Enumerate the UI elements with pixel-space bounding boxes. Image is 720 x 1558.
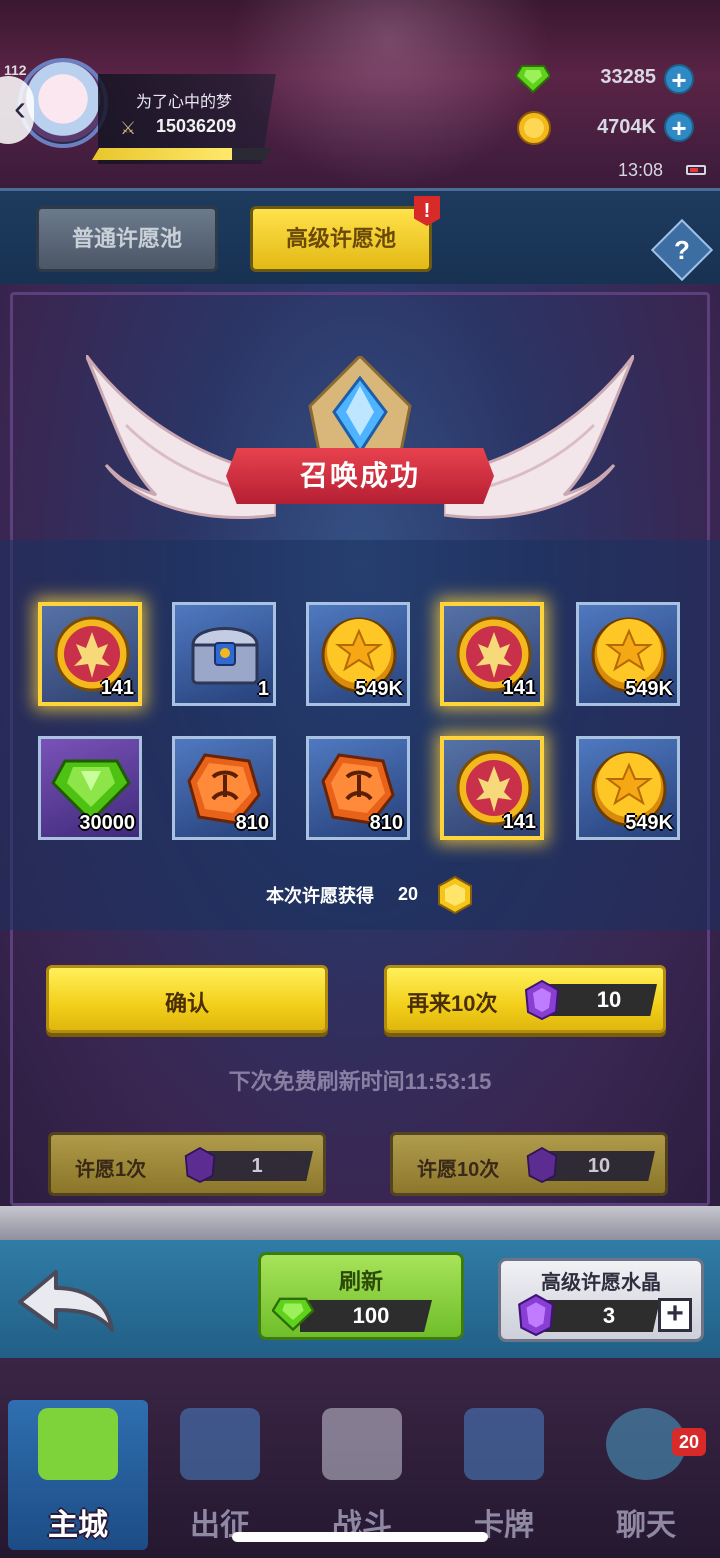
- gain-value: 20: [398, 884, 419, 904]
- wish-once-cost: 1: [251, 1155, 263, 1177]
- helmet-card-icon: [464, 1408, 544, 1480]
- reward-count: 1: [257, 678, 269, 700]
- banner-shield-icon: [180, 1408, 260, 1480]
- reward-count: 549K: [355, 678, 403, 700]
- reward-item[interactable]: 549K: [576, 602, 680, 706]
- free-refresh-timer: 下次免费刷新时间11:53:15: [228, 1069, 492, 1094]
- add-gems-button[interactable]: +: [664, 64, 694, 94]
- refresh-cost: 100: [352, 1303, 390, 1328]
- confirm-label: 确认: [164, 991, 209, 1016]
- tab-premium-wish-pool[interactable]: 高级许愿池: [250, 206, 432, 272]
- summon-again-button[interactable]: 再来10次 10: [384, 965, 666, 1033]
- wish-ten-button[interactable]: 许愿10次 10: [390, 1132, 668, 1196]
- summon-again-cost: 10: [596, 987, 622, 1012]
- reward-item[interactable]: 549K: [576, 736, 680, 840]
- clock: 13:08: [618, 160, 664, 180]
- wish-ten-label: 许愿10次: [417, 1159, 500, 1181]
- reward-item[interactable]: 549K: [306, 602, 410, 706]
- gold-count: 4704K: [597, 116, 656, 138]
- back-arrow-icon[interactable]: [16, 1268, 116, 1334]
- reward-count: 30000: [79, 812, 135, 834]
- treasure-chest-icon: [191, 627, 259, 685]
- premium-crystal-label: 高级许愿水晶: [541, 1272, 661, 1294]
- reward-count: 810: [235, 812, 269, 834]
- wish-ten-cost: 10: [587, 1155, 611, 1177]
- nav-chat[interactable]: 聊天: [576, 1400, 716, 1550]
- reward-item[interactable]: 141: [440, 602, 544, 706]
- green-gem-icon: [516, 65, 550, 94]
- add-crystal-button[interactable]: +: [658, 1298, 692, 1332]
- stage-ledge: [0, 1206, 720, 1240]
- crossed-swords-icon: ⚔: [120, 118, 137, 138]
- power-value: 15036209: [156, 116, 237, 136]
- home-indicator[interactable]: [232, 1532, 488, 1542]
- reward-count: 549K: [625, 678, 673, 700]
- reward-count: 141: [502, 677, 536, 699]
- summon-success-banner: 召唤成功: [226, 448, 494, 504]
- premium-crystal-count: 3: [602, 1303, 616, 1328]
- reward-count: 810: [369, 812, 403, 834]
- cost-plate: 3: [540, 1300, 660, 1332]
- cost-plate: 1: [201, 1151, 313, 1181]
- battery-icon: [686, 165, 706, 175]
- exp-bar-fill: [92, 148, 233, 160]
- summon-again-label: 再来10次: [407, 991, 498, 1016]
- player-name: 为了心中的梦: [136, 94, 233, 111]
- cost-plate: 10: [545, 984, 657, 1016]
- reward-item[interactable]: 30000: [38, 736, 142, 840]
- reward-count: 141: [502, 811, 536, 833]
- nav-label: 聊天: [616, 1509, 676, 1542]
- castle-icon: [38, 1408, 118, 1480]
- nav-label: 主城: [48, 1509, 108, 1542]
- add-gold-button[interactable]: +: [664, 112, 694, 142]
- gain-label: 本次许愿获得: [266, 886, 374, 906]
- purple-crystal-icon: [526, 1147, 558, 1183]
- wish-once-label: 许愿1次: [75, 1159, 147, 1181]
- reward-item[interactable]: 141: [440, 736, 544, 840]
- nav-expedition[interactable]: 出征: [150, 1400, 290, 1550]
- purple-crystal-icon: [518, 1294, 554, 1336]
- reward-item[interactable]: 141: [38, 602, 142, 706]
- nav-battle[interactable]: 战斗: [292, 1400, 432, 1550]
- yellow-gem-icon: [438, 876, 472, 914]
- wish-once-button[interactable]: 许愿1次 1: [48, 1132, 326, 1196]
- chat-unread-badge: 20: [672, 1428, 706, 1456]
- purple-crystal-icon: [524, 980, 560, 1020]
- nav-main-city[interactable]: 主城: [8, 1400, 148, 1550]
- crossed-swords-icon: [322, 1408, 402, 1480]
- tab-normal-wish-pool[interactable]: 普通许愿池: [36, 206, 218, 272]
- green-gem-icon: [272, 1297, 314, 1332]
- nav-cards[interactable]: 卡牌: [434, 1400, 574, 1550]
- reward-item[interactable]: 1: [172, 602, 276, 706]
- reward-item[interactable]: 810: [172, 736, 276, 840]
- cost-plate: 100: [300, 1300, 432, 1332]
- reward-item[interactable]: 810: [306, 736, 410, 840]
- exp-bar: [92, 148, 272, 160]
- help-icon[interactable]: ?: [660, 226, 704, 270]
- refresh-label: 刷新: [338, 1269, 383, 1294]
- gem-count: 33285: [600, 66, 656, 88]
- reward-count: 549K: [625, 812, 673, 834]
- purple-crystal-icon: [184, 1147, 216, 1183]
- reward-count: 141: [100, 677, 134, 699]
- confirm-button[interactable]: 确认: [46, 965, 328, 1033]
- cost-plate: 10: [543, 1151, 655, 1181]
- result-overlay: [0, 540, 720, 930]
